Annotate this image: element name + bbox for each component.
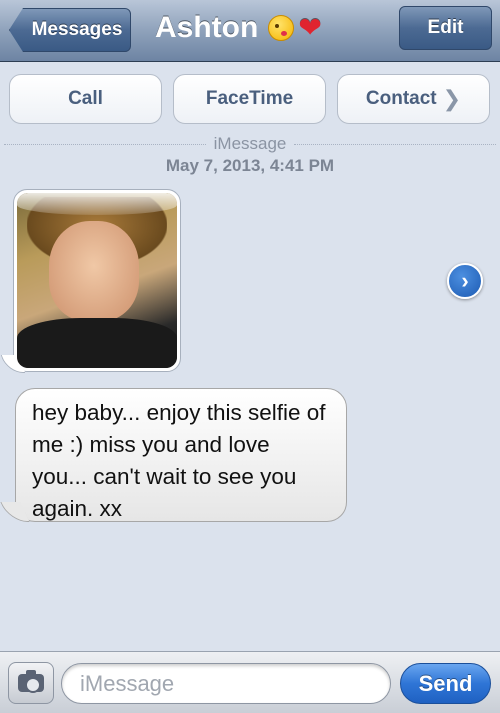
photo-gloss [17,193,177,215]
chevron-right-icon: › [461,268,469,293]
text-message-bubble[interactable]: hey baby... enjoy this selfie of me :) m… [0,388,347,522]
photo-message-bubble[interactable] [0,189,181,373]
contact-label: Contact [365,88,437,109]
service-label: iMessage [213,134,287,153]
edit-button-label: Edit [427,17,464,38]
call-button[interactable]: Call [9,74,162,124]
navigation-bar: Messages Ashton ❤ Edit [0,0,500,62]
contact-button[interactable]: Contact ❯ [337,74,490,124]
kiss-emoji-icon [268,15,295,41]
photo-shirt [17,318,177,368]
heart-icon: ❤ [298,12,322,43]
call-label: Call [68,88,103,109]
selfie-photo[interactable] [17,193,177,368]
camera-icon [18,670,44,693]
facetime-button[interactable]: FaceTime [173,74,326,124]
message-composer: Send [0,651,500,713]
message-input[interactable] [61,663,391,704]
bubble-tail [0,502,30,522]
back-button-label: Messages [31,19,123,40]
camera-button[interactable] [8,662,54,704]
send-button[interactable]: Send [400,663,491,704]
service-separator: iMessage [0,134,500,154]
contact-name: Ashton [155,11,259,44]
back-button[interactable]: Messages [9,8,131,52]
facetime-label: FaceTime [205,88,294,109]
photo-disclosure-button[interactable]: › [447,263,483,299]
send-label: Send [418,670,473,696]
photo-face [49,221,139,321]
edit-button[interactable]: Edit [399,6,492,50]
conversation-title: Ashton ❤ [155,8,322,48]
chevron-right-icon: ❯ [442,86,462,111]
message-text: hey baby... enjoy this selfie of me :) m… [32,400,326,521]
message-timestamp: May 7, 2013, 4:41 PM [165,156,335,175]
